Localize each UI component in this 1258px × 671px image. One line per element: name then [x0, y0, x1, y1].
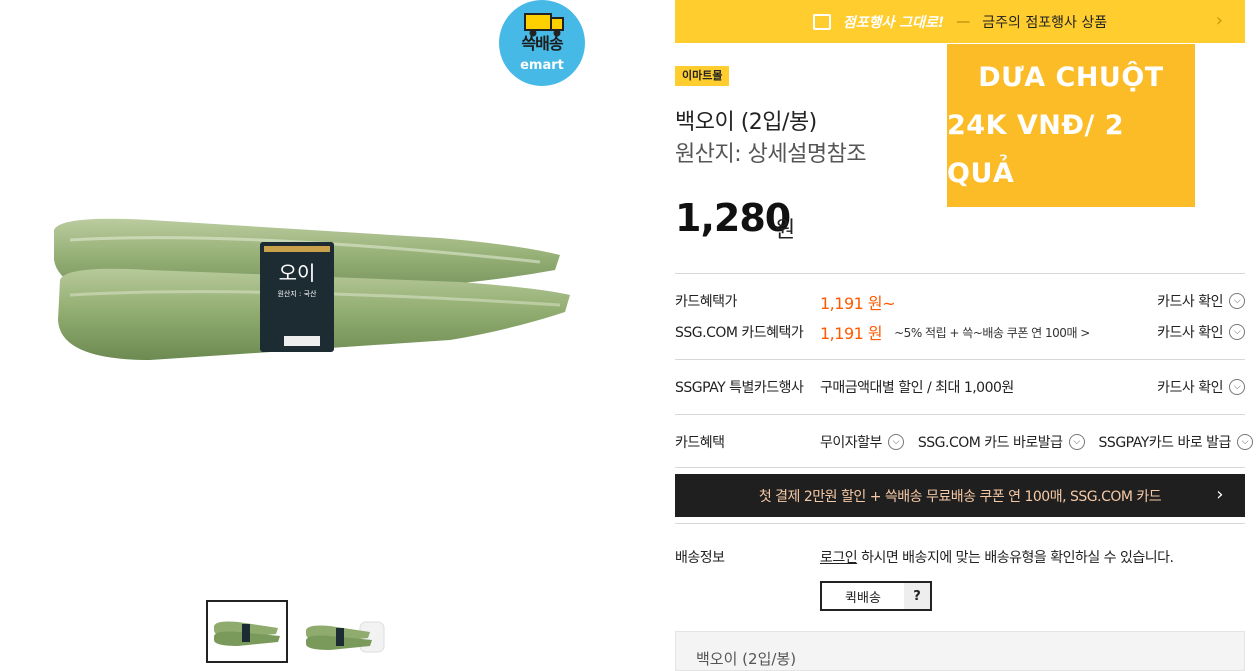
product-origin: 원산지: 상세설명참조 [675, 142, 867, 167]
selected-option-title: 백오이 (2입/봉) [696, 650, 797, 668]
divider [675, 523, 1245, 524]
card-benefit-label: 카드혜택가 [675, 294, 737, 310]
delivery-label: 배송정보 [675, 550, 725, 566]
help-icon[interactable]: ? [904, 583, 930, 609]
ssgpay-label: SSGPAY 특별카드행사 [675, 380, 804, 396]
ssgpay-check-button[interactable]: 카드사 확인 ⌵ [1157, 377, 1245, 397]
vietnamese-price-overlay: DƯA CHUỘT 24K VNĐ/ 2 QUẢ [947, 44, 1195, 207]
chevron-down-icon: ⌵ [887, 434, 904, 450]
chevron-right-icon: › [1216, 484, 1223, 505]
chevron-down-icon: ⌵ [1068, 434, 1085, 450]
product-image[interactable]: 오이 원산지 : 국산 [40, 200, 580, 390]
card-perks-label: 카드혜택 [675, 435, 725, 451]
delivery-badge-logo: 쓱배송 emart [499, 0, 585, 86]
quick-delivery-option[interactable]: 퀵배송 ? [820, 581, 932, 611]
overlay-line-2: 24K VNĐ/ 2 QUẢ [947, 109, 1125, 189]
perk-label: 무이자할부 [820, 435, 882, 451]
promo-left-text: 점포행사 그대로! [842, 14, 945, 31]
product-title: 백오이 (2입/봉) [675, 110, 817, 135]
price-unit: 원 [775, 218, 796, 243]
store-tag: 이마트몰 [675, 66, 730, 86]
thumbnail-1[interactable] [206, 600, 288, 663]
divider [675, 359, 1245, 360]
perk-label: SSGPAY카드 바로 발급 [1098, 435, 1232, 451]
chevron-down-icon: ⌵ [1229, 293, 1245, 309]
ssg-card-check-button[interactable]: 카드사 확인 ⌵ [1157, 322, 1245, 342]
card-benefit-price: 1,191 원~ [820, 294, 896, 313]
chevron-down-icon: ⌵ [1236, 434, 1253, 450]
selected-option-box: 백오이 (2입/봉) [675, 631, 1245, 671]
ssg-card-issue-button[interactable]: SSG.COM 카드 바로발급 ⌵ [918, 432, 1085, 452]
ssg-card-benefit-label: SSG.COM 카드혜택가 [675, 325, 804, 341]
store-promo-bar[interactable]: 점포행사 그대로! — 금주의 점포행사 상품 › [675, 0, 1245, 43]
perk-label: SSG.COM 카드 바로발급 [917, 435, 1063, 451]
card-perks-list: 무이자할부 ⌵ SSG.COM 카드 바로발급 ⌵ SSGPAY카드 바로 발급… [820, 432, 1253, 452]
divider [675, 273, 1245, 274]
ssgpay-value: 구매금액대별 할인 / 최대 1,000원 [820, 380, 1014, 396]
card-check-label: 카드사 확인 [1157, 294, 1223, 310]
badge-brand: emart [520, 58, 564, 73]
label-name: 오이 [279, 261, 316, 285]
divider [675, 467, 1245, 468]
delivery-info: 로그인 하시면 배송지에 맞는 배송유형을 확인하실 수 있습니다. [820, 547, 1174, 567]
chevron-right-icon: › [1215, 10, 1223, 31]
promo-separator: — [956, 13, 971, 30]
card-check-label: 카드사 확인 [1157, 325, 1223, 341]
card-check-label: 카드사 확인 [1157, 380, 1223, 396]
card-check-button[interactable]: 카드사 확인 ⌵ [1157, 291, 1245, 311]
delivery-text: 하시면 배송지에 맞는 배송유형을 확인하실 수 있습니다. [857, 550, 1174, 566]
label-origin: 원산지 : 국산 [277, 289, 317, 298]
ssgpay-card-issue-button[interactable]: SSGPAY카드 바로 발급 ⌵ [1099, 432, 1253, 452]
banner-text: 첫 결제 2만원 할인 + 쓱배송 무료배송 쿠폰 연 100매, SSG.CO… [758, 488, 1162, 505]
ssg-card-price: 1,191 원 [820, 324, 883, 343]
gift-icon [812, 13, 831, 30]
product-price: 1,280 [675, 196, 791, 240]
thumbnail-2[interactable] [300, 602, 386, 663]
login-link[interactable]: 로그인 [820, 550, 858, 566]
card-promo-banner[interactable]: 첫 결제 2만원 할인 + 쓱배송 무료배송 쿠폰 연 100매, SSG.CO… [675, 474, 1245, 517]
ssg-card-note[interactable]: ~5% 적립 + 쓱~배송 쿠폰 연 100매 > [894, 324, 1090, 341]
promo-right-text: 금주의 점포행사 상품 [982, 14, 1108, 31]
chevron-down-icon: ⌵ [1229, 379, 1245, 395]
ssg-card-benefit-value: 1,191 원 ~5% 적립 + 쓱~배송 쿠폰 연 100매 > [820, 320, 1090, 344]
quick-delivery-label: 퀵배송 [845, 590, 881, 606]
divider [675, 414, 1245, 415]
interest-free-button[interactable]: 무이자할부 ⌵ [820, 432, 904, 452]
badge-text: 쓱배송 [521, 34, 563, 53]
chevron-down-icon: ⌵ [1229, 324, 1245, 340]
overlay-line-1: DƯA CHUỘT [978, 61, 1164, 93]
